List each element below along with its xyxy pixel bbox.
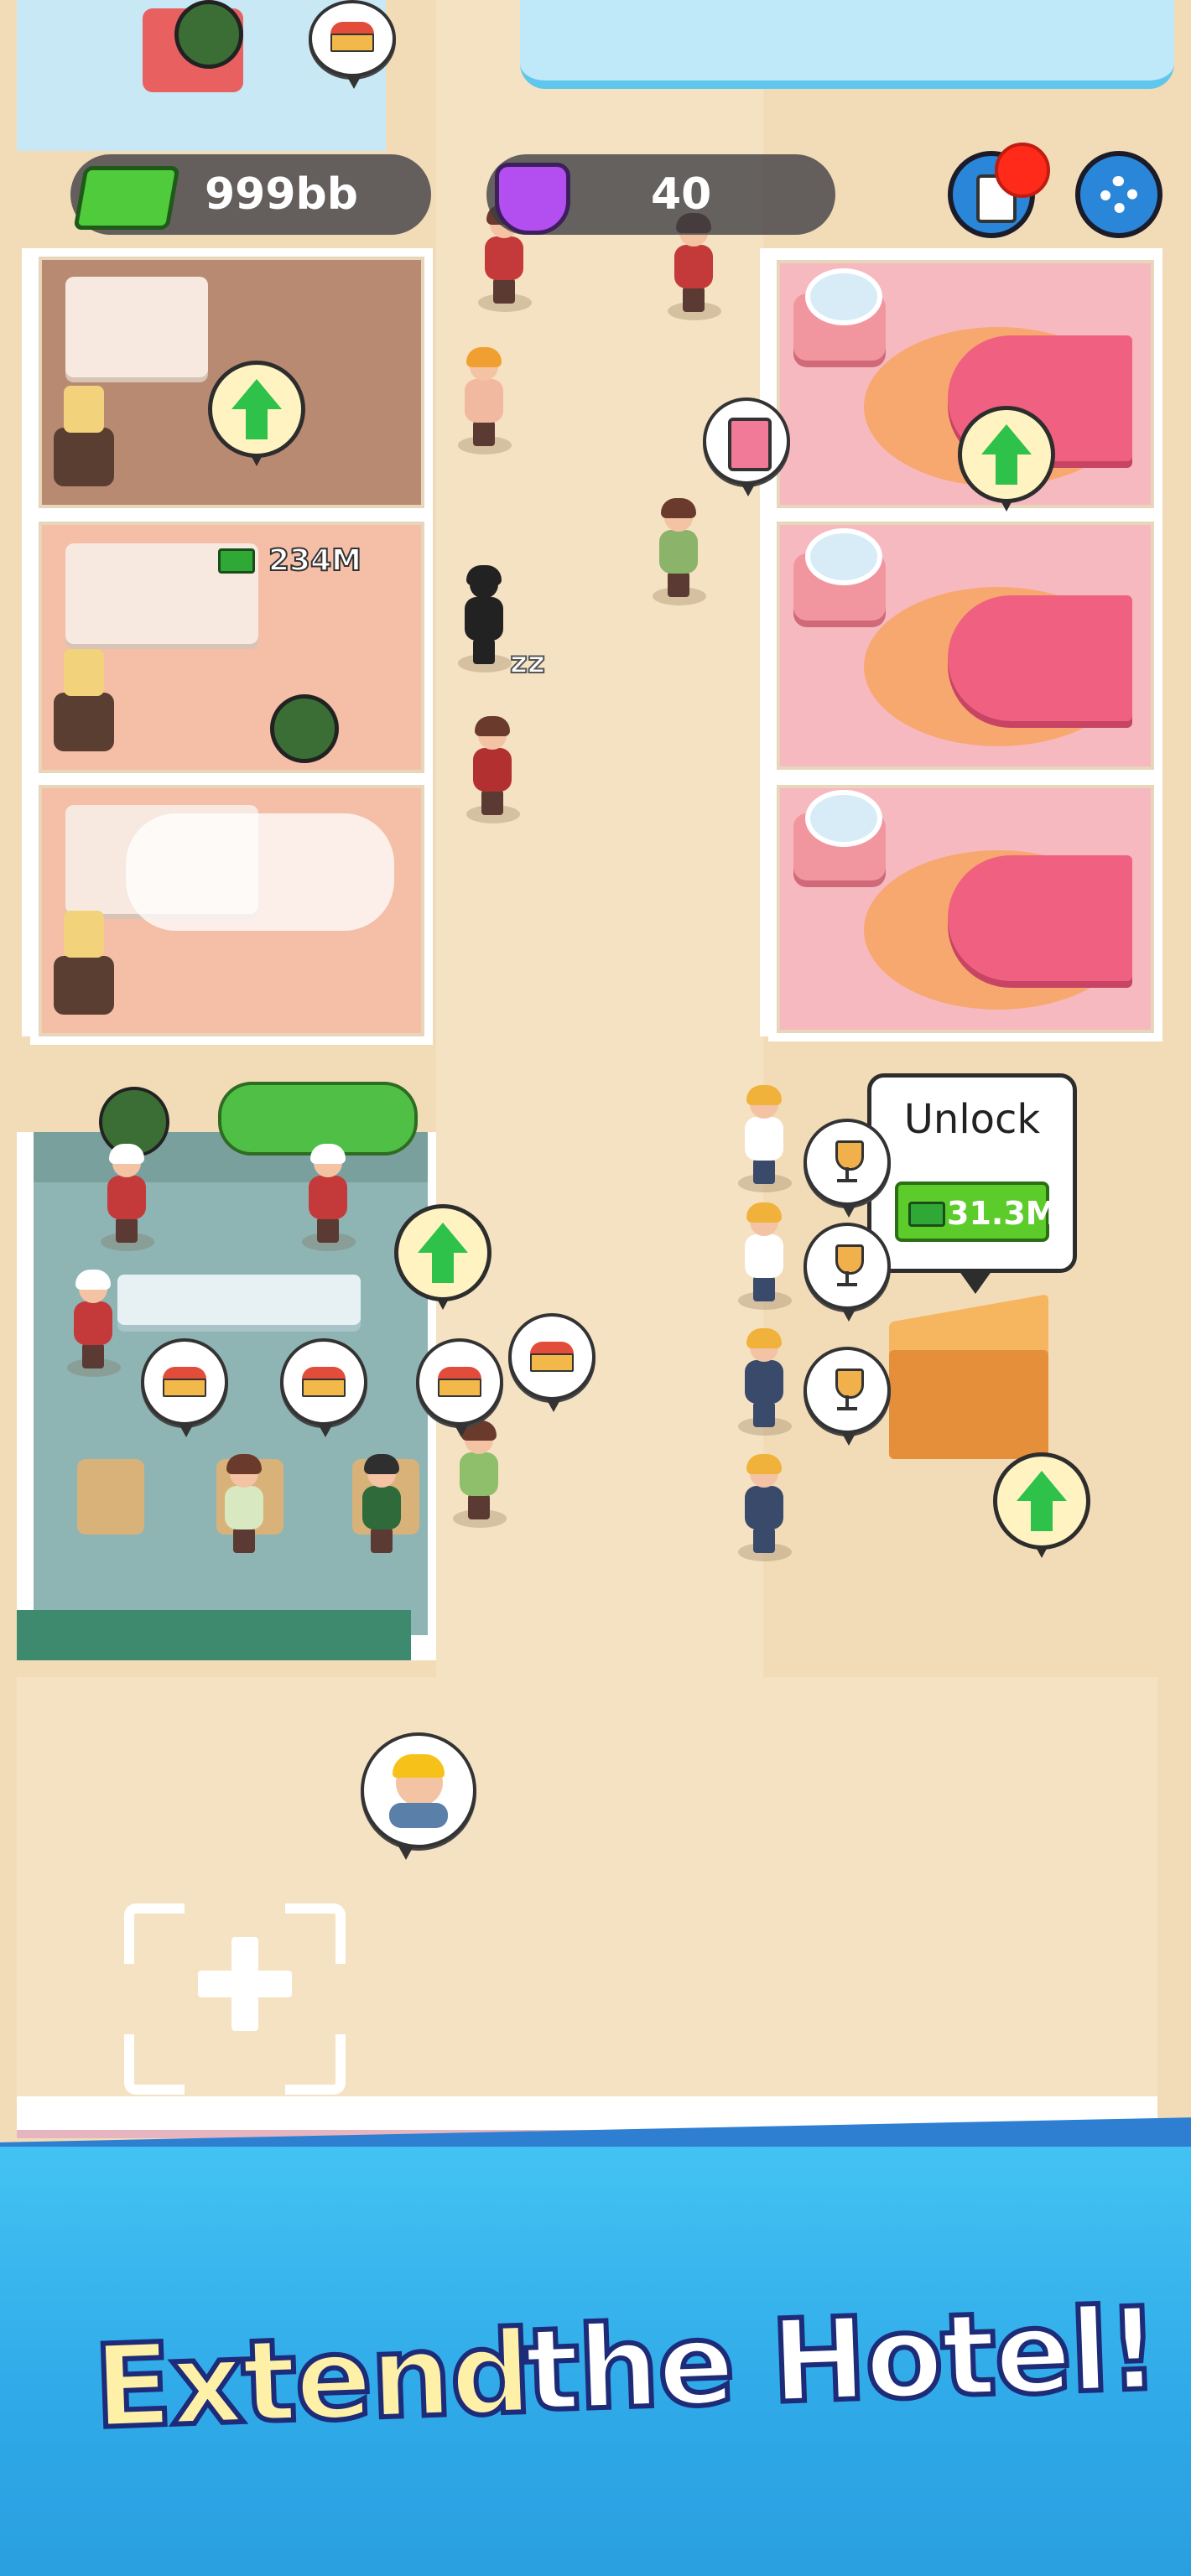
guest <box>653 498 706 605</box>
builder-body <box>389 1803 448 1828</box>
towel-icon <box>728 418 772 471</box>
cash-value: 999bb <box>205 169 358 220</box>
bed <box>65 277 208 377</box>
hard-hat-icon <box>393 1754 445 1778</box>
plus-icon[interactable] <box>231 1937 258 2031</box>
towel-request-bubble[interactable] <box>703 397 790 496</box>
locked-crate[interactable] <box>889 1294 1048 1467</box>
upgrade-pin[interactable] <box>958 406 1058 515</box>
restaurant-room[interactable] <box>34 1166 428 1635</box>
food-order-bubble <box>280 1338 367 1437</box>
bed <box>948 595 1132 721</box>
unlock-title: Unlock <box>903 1096 1041 1143</box>
diner <box>218 1454 268 1560</box>
banner-headline-part2: the Hotel! <box>520 2281 1162 2440</box>
nightstand <box>54 693 114 751</box>
cash-icon <box>908 1202 945 1227</box>
banner-headline-part1: Extend <box>89 2304 534 2457</box>
reception-desk <box>520 0 1174 89</box>
housekeeper <box>458 347 512 454</box>
lamp-shade <box>64 911 104 958</box>
guest <box>453 1420 507 1528</box>
green-up-arrow-icon <box>981 424 1032 485</box>
crate-side <box>889 1350 1048 1459</box>
drink-order-bubble <box>804 1347 891 1446</box>
kitchen-counter <box>117 1275 361 1325</box>
chef <box>67 1270 121 1377</box>
bed <box>948 855 1132 981</box>
notification-dot <box>995 143 1050 198</box>
build-frame-corner <box>285 2034 346 2095</box>
purple-gem-icon <box>495 163 570 235</box>
upgrade-pin[interactable] <box>208 361 309 470</box>
build-frame-corner <box>124 1903 185 1964</box>
gem-value: 40 <box>651 169 712 220</box>
cash-stack-icon <box>73 166 180 230</box>
drink-order-bubble <box>804 1223 891 1322</box>
drink-order-bubble <box>804 1119 891 1218</box>
green-up-arrow-icon <box>1017 1471 1067 1531</box>
guest-in-queue <box>738 1454 792 1561</box>
guest-in-queue <box>738 1328 792 1436</box>
upgrade-pin[interactable] <box>993 1452 1094 1561</box>
settings-button[interactable] <box>1075 151 1162 238</box>
restaurant-front-wall <box>17 1610 411 1660</box>
lamp-shade <box>64 386 104 433</box>
guest-in-queue <box>738 1085 792 1192</box>
green-up-arrow-icon <box>418 1223 468 1283</box>
unlock-card[interactable]: Unlock 31.3M <box>867 1073 1077 1294</box>
chef <box>302 1144 356 1251</box>
lamp-shade <box>64 649 104 696</box>
green-up-arrow-icon <box>231 379 282 439</box>
cleaning-cloud <box>126 813 394 931</box>
mirror <box>805 528 882 585</box>
builder-hire-bubble[interactable] <box>361 1732 476 1860</box>
room-price-label: 234M <box>268 543 362 579</box>
cash-icon <box>218 548 255 574</box>
upgrade-pin[interactable] <box>394 1204 495 1313</box>
build-frame-corner <box>285 1903 346 1964</box>
dining-chair <box>77 1459 144 1535</box>
food-order-bubble <box>141 1338 228 1437</box>
unlock-price-value: 31.3M <box>947 1195 1058 1232</box>
sleeping-staff <box>458 565 512 673</box>
build-frame-corner <box>124 2034 185 2095</box>
mirror <box>805 268 882 325</box>
cash-counter: 999bb <box>70 154 431 235</box>
mirror <box>805 790 882 847</box>
guest-in-queue <box>738 1202 792 1310</box>
progress-ring-icon <box>270 694 339 763</box>
food-order-bubble <box>508 1313 596 1412</box>
sleep-zzz-icon: zz <box>509 645 546 681</box>
unlock-price-button[interactable]: 31.3M <box>895 1182 1058 1242</box>
expansion-area <box>17 1677 1157 2113</box>
nightstand <box>54 428 114 486</box>
nightstand <box>54 956 114 1015</box>
progress-ring-icon <box>174 0 243 69</box>
food-order-bubble <box>416 1338 503 1437</box>
diner <box>356 1454 406 1560</box>
gear-icon <box>1100 176 1137 213</box>
gem-counter: 40 <box>486 154 835 235</box>
food-order-bubble <box>309 0 396 89</box>
housekeeper <box>466 716 520 823</box>
chef <box>101 1144 154 1251</box>
